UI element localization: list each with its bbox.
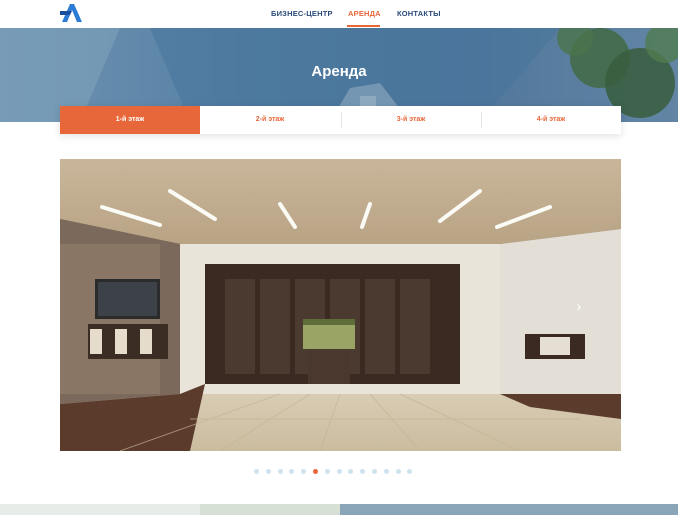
photo-slider: › [60,159,621,451]
slider-dot[interactable] [265,469,271,474]
slider-dot[interactable] [372,469,377,474]
slider-dot[interactable] [348,469,354,474]
site-header: БИЗНЕС-ЦЕНТР АРЕНДА КОНТАКТЫ [0,0,678,28]
tab-floor-1[interactable]: 1-й этаж [60,106,200,134]
nav-active-indicator [347,25,380,27]
slider-dot[interactable] [336,469,342,474]
footer-preview [0,503,678,515]
slider-dot[interactable] [254,469,259,474]
chevron-right-icon[interactable]: › [571,298,587,314]
nav-item-contacts[interactable]: КОНТАКТЫ [397,9,441,18]
slider-dot[interactable] [383,469,389,474]
main-nav: БИЗНЕС-ЦЕНТР АРЕНДА КОНТАКТЫ [0,0,678,28]
tab-floor-3[interactable]: 3-й этаж [341,106,481,134]
nav-item-business-center[interactable]: БИЗНЕС-ЦЕНТР [271,9,333,18]
tab-floor-4[interactable]: 4-й этаж [481,106,621,134]
slider-dot[interactable] [407,469,413,474]
slide-photo [60,159,621,451]
tab-floor-2[interactable]: 2-й этаж [200,106,340,134]
slider-pagination [254,469,424,475]
slider-dot[interactable] [395,469,401,474]
nav-item-rent[interactable]: АРЕНДА [348,9,381,18]
slider-dot[interactable] [301,469,307,474]
floor-tabs: 1-й этаж 2-й этаж 3-й этаж 4-й этаж [60,106,621,134]
footer-background [0,504,678,515]
slider-dot[interactable] [324,469,330,474]
slider-dot[interactable] [360,469,366,474]
slider-dot[interactable] [289,469,295,474]
slider-dot[interactable] [277,469,283,474]
page-title: Аренда [311,63,367,80]
slider-dot[interactable] [313,469,318,474]
